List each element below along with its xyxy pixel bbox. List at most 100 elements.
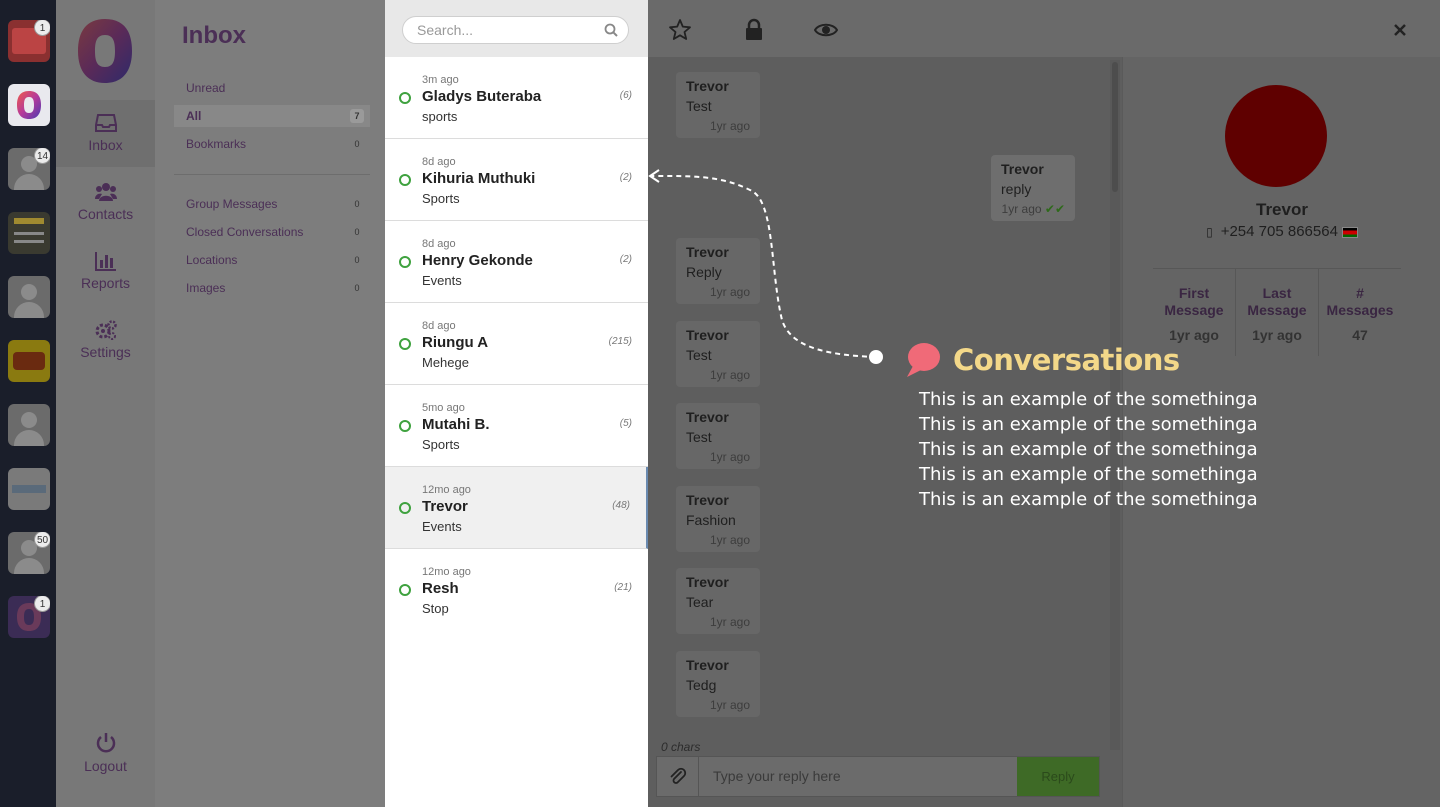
workspace-badge: 1	[34, 20, 50, 36]
nav-contacts-label: Contacts	[77, 206, 134, 222]
char-counter: 0 chars	[661, 740, 701, 754]
profile-name: Trevor	[1256, 200, 1308, 219]
nav-reports[interactable]: Reports	[56, 238, 155, 305]
reply-composer: Reply	[656, 756, 1100, 797]
logout-label: Logout	[84, 758, 127, 774]
nav-settings-label: Settings	[80, 344, 131, 360]
conversation-item[interactable]: 5mo ago Mutahi B. Sports (5)	[385, 385, 648, 467]
workspace-6[interactable]	[8, 340, 50, 382]
search-icon[interactable]	[604, 23, 618, 37]
conversation-name: Trevor	[422, 498, 468, 515]
chat-scrollbar-thumb[interactable]	[1112, 62, 1118, 192]
conversation-item-selected[interactable]: 12mo ago Trevor Events (48)	[385, 467, 648, 549]
message-text: Test	[686, 347, 712, 363]
conversation-count: (21)	[614, 582, 632, 593]
message-sender: Trevor	[686, 657, 729, 673]
brand-logo-icon	[78, 19, 132, 83]
workspace-5[interactable]	[8, 276, 50, 318]
reply-button[interactable]: Reply	[1017, 757, 1099, 796]
conversation-name: Gladys Buteraba	[422, 88, 542, 105]
conversation-item[interactable]: 8d ago Riungu A Mehege (215)	[385, 303, 648, 385]
message-bubble: Trevor Fashion 1yr ago	[676, 486, 760, 552]
nav-settings[interactable]: Settings	[56, 307, 155, 374]
message-time: 1yr ago ✔✔	[1001, 202, 1065, 216]
mobile-phone-icon: ▯	[1206, 225, 1213, 239]
kenya-flag-icon	[1341, 226, 1358, 238]
nav-contacts[interactable]: Contacts	[56, 169, 155, 236]
workspace-7[interactable]	[8, 404, 50, 446]
conversation-name: Kihuria Muthuki	[422, 170, 536, 187]
message-text: Test	[686, 98, 712, 114]
avatar	[1225, 85, 1327, 187]
conversation-item[interactable]: 8d ago Kihuria Muthuki Sports (2)	[385, 139, 648, 221]
folder-label: Locations	[186, 253, 238, 267]
attach-button[interactable]	[657, 757, 699, 796]
folder-label: Images	[186, 281, 226, 295]
online-status-icon	[399, 420, 411, 432]
paperclip-icon	[670, 767, 687, 784]
message-bubble: Trevor Tear 1yr ago	[676, 568, 760, 634]
workspace-rail: 1 14 50 1	[0, 0, 56, 807]
workspace-8[interactable]	[8, 468, 50, 510]
conversation-item[interactable]: 3m ago Gladys Buteraba sports (6)	[385, 57, 648, 139]
workspace-2-current[interactable]	[8, 84, 50, 126]
stat-value: 1yr ago	[1252, 327, 1302, 343]
nav-inbox[interactable]: Inbox	[56, 100, 155, 167]
message-time: 1yr ago	[709, 615, 750, 629]
conversation-tag: Mehege	[422, 355, 469, 370]
conversation-name: Henry Gekonde	[422, 252, 533, 269]
stat-message-count: # Messages 47	[1319, 269, 1401, 356]
logout-button[interactable]: Logout	[56, 732, 155, 774]
message-time: 1yr ago	[709, 698, 750, 712]
speech-bubble-icon	[907, 343, 940, 377]
conversation-list: 3m ago Gladys Buteraba sports (6) 8d ago…	[385, 0, 648, 807]
eye-icon[interactable]	[814, 18, 838, 42]
message-bubble: Trevor Test 1yr ago	[676, 321, 760, 387]
conversation-name: Riungu A	[422, 334, 489, 351]
conversation-name: Resh	[422, 580, 459, 597]
star-icon[interactable]	[668, 18, 692, 42]
conversation-tag: Sports	[422, 437, 460, 452]
conversation-time: 8d ago	[422, 320, 456, 332]
conversation-count: (48)	[612, 500, 630, 511]
app-logo-icon	[17, 91, 41, 119]
stat-value: 47	[1352, 327, 1368, 343]
workspace-9[interactable]: 50	[8, 532, 50, 574]
conversation-time: 3m ago	[422, 74, 459, 86]
stat-label: First Message	[1164, 285, 1224, 318]
message-text: Reply	[686, 264, 722, 280]
folder-locations[interactable]: Locations 0	[174, 249, 370, 271]
workspace-10[interactable]: 1	[8, 596, 50, 638]
reply-input[interactable]	[713, 768, 1013, 784]
conversation-time: 12mo ago	[422, 484, 471, 496]
message-sender: Trevor	[686, 574, 729, 590]
folder-all[interactable]: All 7	[174, 105, 370, 127]
online-status-icon	[399, 174, 411, 186]
conversation-count: (2)	[619, 254, 632, 265]
folder-closed-conversations[interactable]: Closed Conversations 0	[174, 221, 370, 243]
conversation-name: Mutahi B.	[422, 416, 490, 433]
folder-group-messages[interactable]: Group Messages 0	[174, 193, 370, 215]
folder-bookmarks[interactable]: Bookmarks 0	[174, 133, 370, 155]
conversation-item[interactable]: 8d ago Henry Gekonde Events (2)	[385, 221, 648, 303]
lock-icon[interactable]	[742, 18, 766, 42]
message-text: reply	[1001, 181, 1032, 197]
conversation-count: (5)	[619, 418, 632, 429]
search-input[interactable]	[417, 22, 597, 38]
conversation-item[interactable]: 12mo ago Resh Stop (21)	[385, 549, 648, 631]
conversation-time: 12mo ago	[422, 566, 471, 578]
conversation-time: 8d ago	[422, 156, 456, 168]
workspace-badge: 50	[34, 532, 50, 548]
folder-unread[interactable]: Unread	[174, 77, 370, 99]
workspace-3[interactable]: 14	[8, 148, 50, 190]
workspace-1[interactable]: 1	[8, 20, 50, 62]
close-icon[interactable]	[1388, 18, 1412, 42]
folder-label: Group Messages	[186, 197, 278, 211]
workspace-4[interactable]	[8, 212, 50, 254]
folder-images[interactable]: Images 0	[174, 277, 370, 299]
search-bar	[385, 0, 648, 57]
online-status-icon	[399, 92, 411, 104]
conversation-tag: sports	[422, 109, 458, 124]
conversation-time: 8d ago	[422, 238, 456, 250]
message-bubble-outgoing: Trevor reply 1yr ago ✔✔	[991, 155, 1075, 221]
